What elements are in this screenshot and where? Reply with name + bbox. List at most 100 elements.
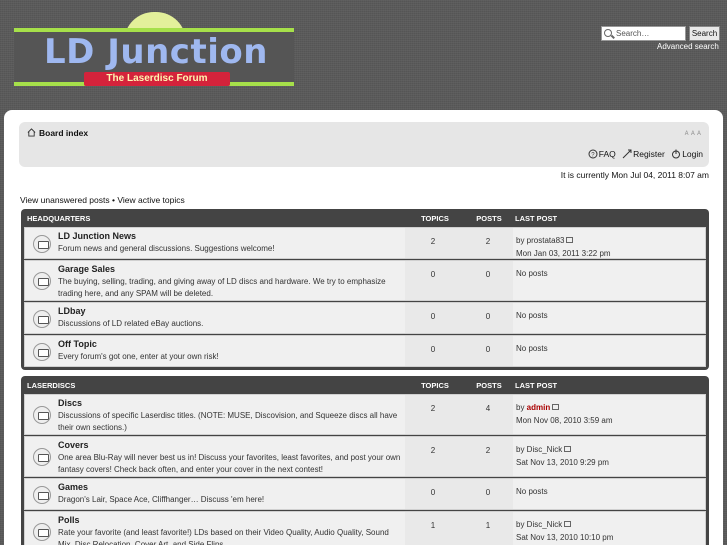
last-post-date: Sat Nov 13, 2010 10:10 pm <box>516 533 614 542</box>
quick-links: View unanswered posts • View active topi… <box>20 195 185 205</box>
last-post: No posts <box>516 311 548 320</box>
col-topics: Topics <box>421 381 449 390</box>
site-logo[interactable]: LD Junction The Laserdisc Forum <box>14 10 294 90</box>
login-link[interactable]: Login <box>671 149 703 159</box>
view-post-icon[interactable] <box>552 404 560 410</box>
faq-label: FAQ <box>598 149 616 159</box>
last-post-by[interactable]: by Disc_Nick <box>516 445 562 454</box>
last-post: No posts <box>516 487 548 496</box>
forum-description: Every forum's got one, enter at your own… <box>58 352 219 361</box>
font-size-control[interactable]: ᴀ ᴀ ᴀ <box>685 128 701 137</box>
posts-count: 2 <box>485 237 491 246</box>
unanswered-posts-link[interactable]: View unanswered posts <box>20 195 110 205</box>
forum-row[interactable]: Garage Sales The buying, selling, tradin… <box>24 260 706 301</box>
forum-read-icon <box>33 343 51 361</box>
topics-count: 0 <box>430 270 436 279</box>
last-post-user[interactable]: admin <box>527 403 551 412</box>
forum-title[interactable]: Off Topic <box>58 339 97 349</box>
last-post: by Disc_Nick Sat Nov 13, 2010 9:29 pm <box>516 443 609 469</box>
forum-description: The buying, selling, trading, and giving… <box>58 277 386 298</box>
topics-count: 2 <box>430 446 436 455</box>
board-index-label: Board index <box>39 128 89 138</box>
topics-count: 2 <box>430 237 436 246</box>
search-input[interactable]: Search… <box>601 26 686 41</box>
last-post: by Disc_Nick Sat Nov 13, 2010 10:10 pm <box>516 518 613 544</box>
board-index-link[interactable]: Board index <box>27 128 88 138</box>
category-header: Laserdiscs Topics Posts Last post <box>24 379 706 393</box>
col-posts: Posts <box>476 381 502 390</box>
category-name[interactable]: Headquarters <box>27 212 90 226</box>
forum-title[interactable]: Discs <box>58 398 82 408</box>
forum-description: Discussions of specific Laserdisc titles… <box>58 411 398 432</box>
last-post: by prostata83 Mon Jan 03, 2011 3:22 pm <box>516 234 611 260</box>
last-post-date: Mon Nov 08, 2010 3:59 am <box>516 416 613 425</box>
forum-read-icon <box>33 310 51 328</box>
forum-read-icon <box>33 448 51 466</box>
forum-row[interactable]: Games Dragon's Lair, Space Ace, Cliffhan… <box>24 478 706 510</box>
category-headquarters: Headquarters Topics Posts Last post LD J… <box>21 209 709 370</box>
category-name[interactable]: Laserdiscs <box>27 379 75 393</box>
navbar: Board index ᴀ ᴀ ᴀ ? FAQ Register Login <box>19 122 709 167</box>
col-last-post: Last post <box>515 381 558 390</box>
forum-row[interactable]: Off Topic Every forum's got one, enter a… <box>24 335 706 367</box>
login-label: Login <box>682 149 703 159</box>
forum-title[interactable]: Games <box>58 482 88 492</box>
register-label: Register <box>633 149 665 159</box>
forum-description: Dragon's Lair, Space Ace, Cliffhanger… D… <box>58 495 265 504</box>
search-icon <box>604 29 612 37</box>
faq-link[interactable]: ? FAQ <box>588 149 616 159</box>
forum-row[interactable]: Discs Discussions of specific Laserdisc … <box>24 394 706 435</box>
forum-description: One area Blu-Ray will never best us in! … <box>58 453 401 474</box>
topics-count: 0 <box>430 312 436 321</box>
last-post-by[interactable]: by Disc_Nick <box>516 520 562 529</box>
forum-read-icon <box>33 486 51 504</box>
bullet-separator: • <box>112 195 115 205</box>
posts-count: 0 <box>485 345 491 354</box>
col-posts: Posts <box>476 214 502 223</box>
register-link[interactable]: Register <box>622 149 665 159</box>
forum-row[interactable]: LDbay Discussions of LD related eBay auc… <box>24 302 706 334</box>
view-post-icon[interactable] <box>564 521 572 527</box>
view-post-icon[interactable] <box>566 237 574 243</box>
posts-count: 0 <box>485 312 491 321</box>
last-post: No posts <box>516 269 548 278</box>
forum-title[interactable]: LD Junction News <box>58 231 136 241</box>
topics-count: 0 <box>430 345 436 354</box>
forum-row[interactable]: LD Junction News Forum news and general … <box>24 227 706 259</box>
posts-count: 2 <box>485 446 491 455</box>
search-button[interactable]: Search <box>689 26 720 41</box>
forum-title[interactable]: Covers <box>58 440 89 450</box>
last-post-date: Mon Jan 03, 2011 3:22 pm <box>516 249 611 258</box>
forum-read-icon <box>33 235 51 253</box>
power-icon <box>672 149 681 159</box>
active-topics-link[interactable]: View active topics <box>117 195 184 205</box>
last-post: by admin Mon Nov 08, 2010 3:59 am <box>516 401 613 427</box>
last-post: No posts <box>516 344 548 353</box>
site-header: LD Junction The Laserdisc Forum Search… … <box>0 0 727 112</box>
forum-row[interactable]: Polls Rate your favorite (and least favo… <box>24 511 706 545</box>
forum-title[interactable]: Polls <box>58 515 80 525</box>
topics-count: 2 <box>430 404 436 413</box>
topics-count: 1 <box>430 521 436 530</box>
logo-title: LD Junction <box>44 32 268 72</box>
forum-title[interactable]: LDbay <box>58 306 86 316</box>
last-post-by: by <box>516 403 527 412</box>
category-header: Headquarters Topics Posts Last post <box>24 212 706 226</box>
forum-description: Rate your favorite (and least favorite!)… <box>58 528 389 545</box>
last-post-by[interactable]: by prostata83 <box>516 236 564 245</box>
faq-icon: ? <box>588 149 598 159</box>
view-post-icon[interactable] <box>564 446 572 452</box>
col-last-post: Last post <box>515 214 558 223</box>
forum-description: Discussions of LD related eBay auctions. <box>58 319 204 328</box>
forum-read-icon <box>33 523 51 541</box>
topics-count: 0 <box>430 488 436 497</box>
posts-count: 0 <box>485 488 491 497</box>
advanced-search-link[interactable]: Advanced search <box>657 42 719 51</box>
posts-count: 0 <box>485 270 491 279</box>
posts-count: 4 <box>485 404 491 413</box>
forum-title[interactable]: Garage Sales <box>58 264 115 274</box>
home-icon <box>27 128 36 137</box>
forum-description: Forum news and general discussions. Sugg… <box>58 244 275 253</box>
forum-row[interactable]: Covers One area Blu-Ray will never best … <box>24 436 706 477</box>
logo-subtitle: The Laserdisc Forum <box>84 72 230 86</box>
